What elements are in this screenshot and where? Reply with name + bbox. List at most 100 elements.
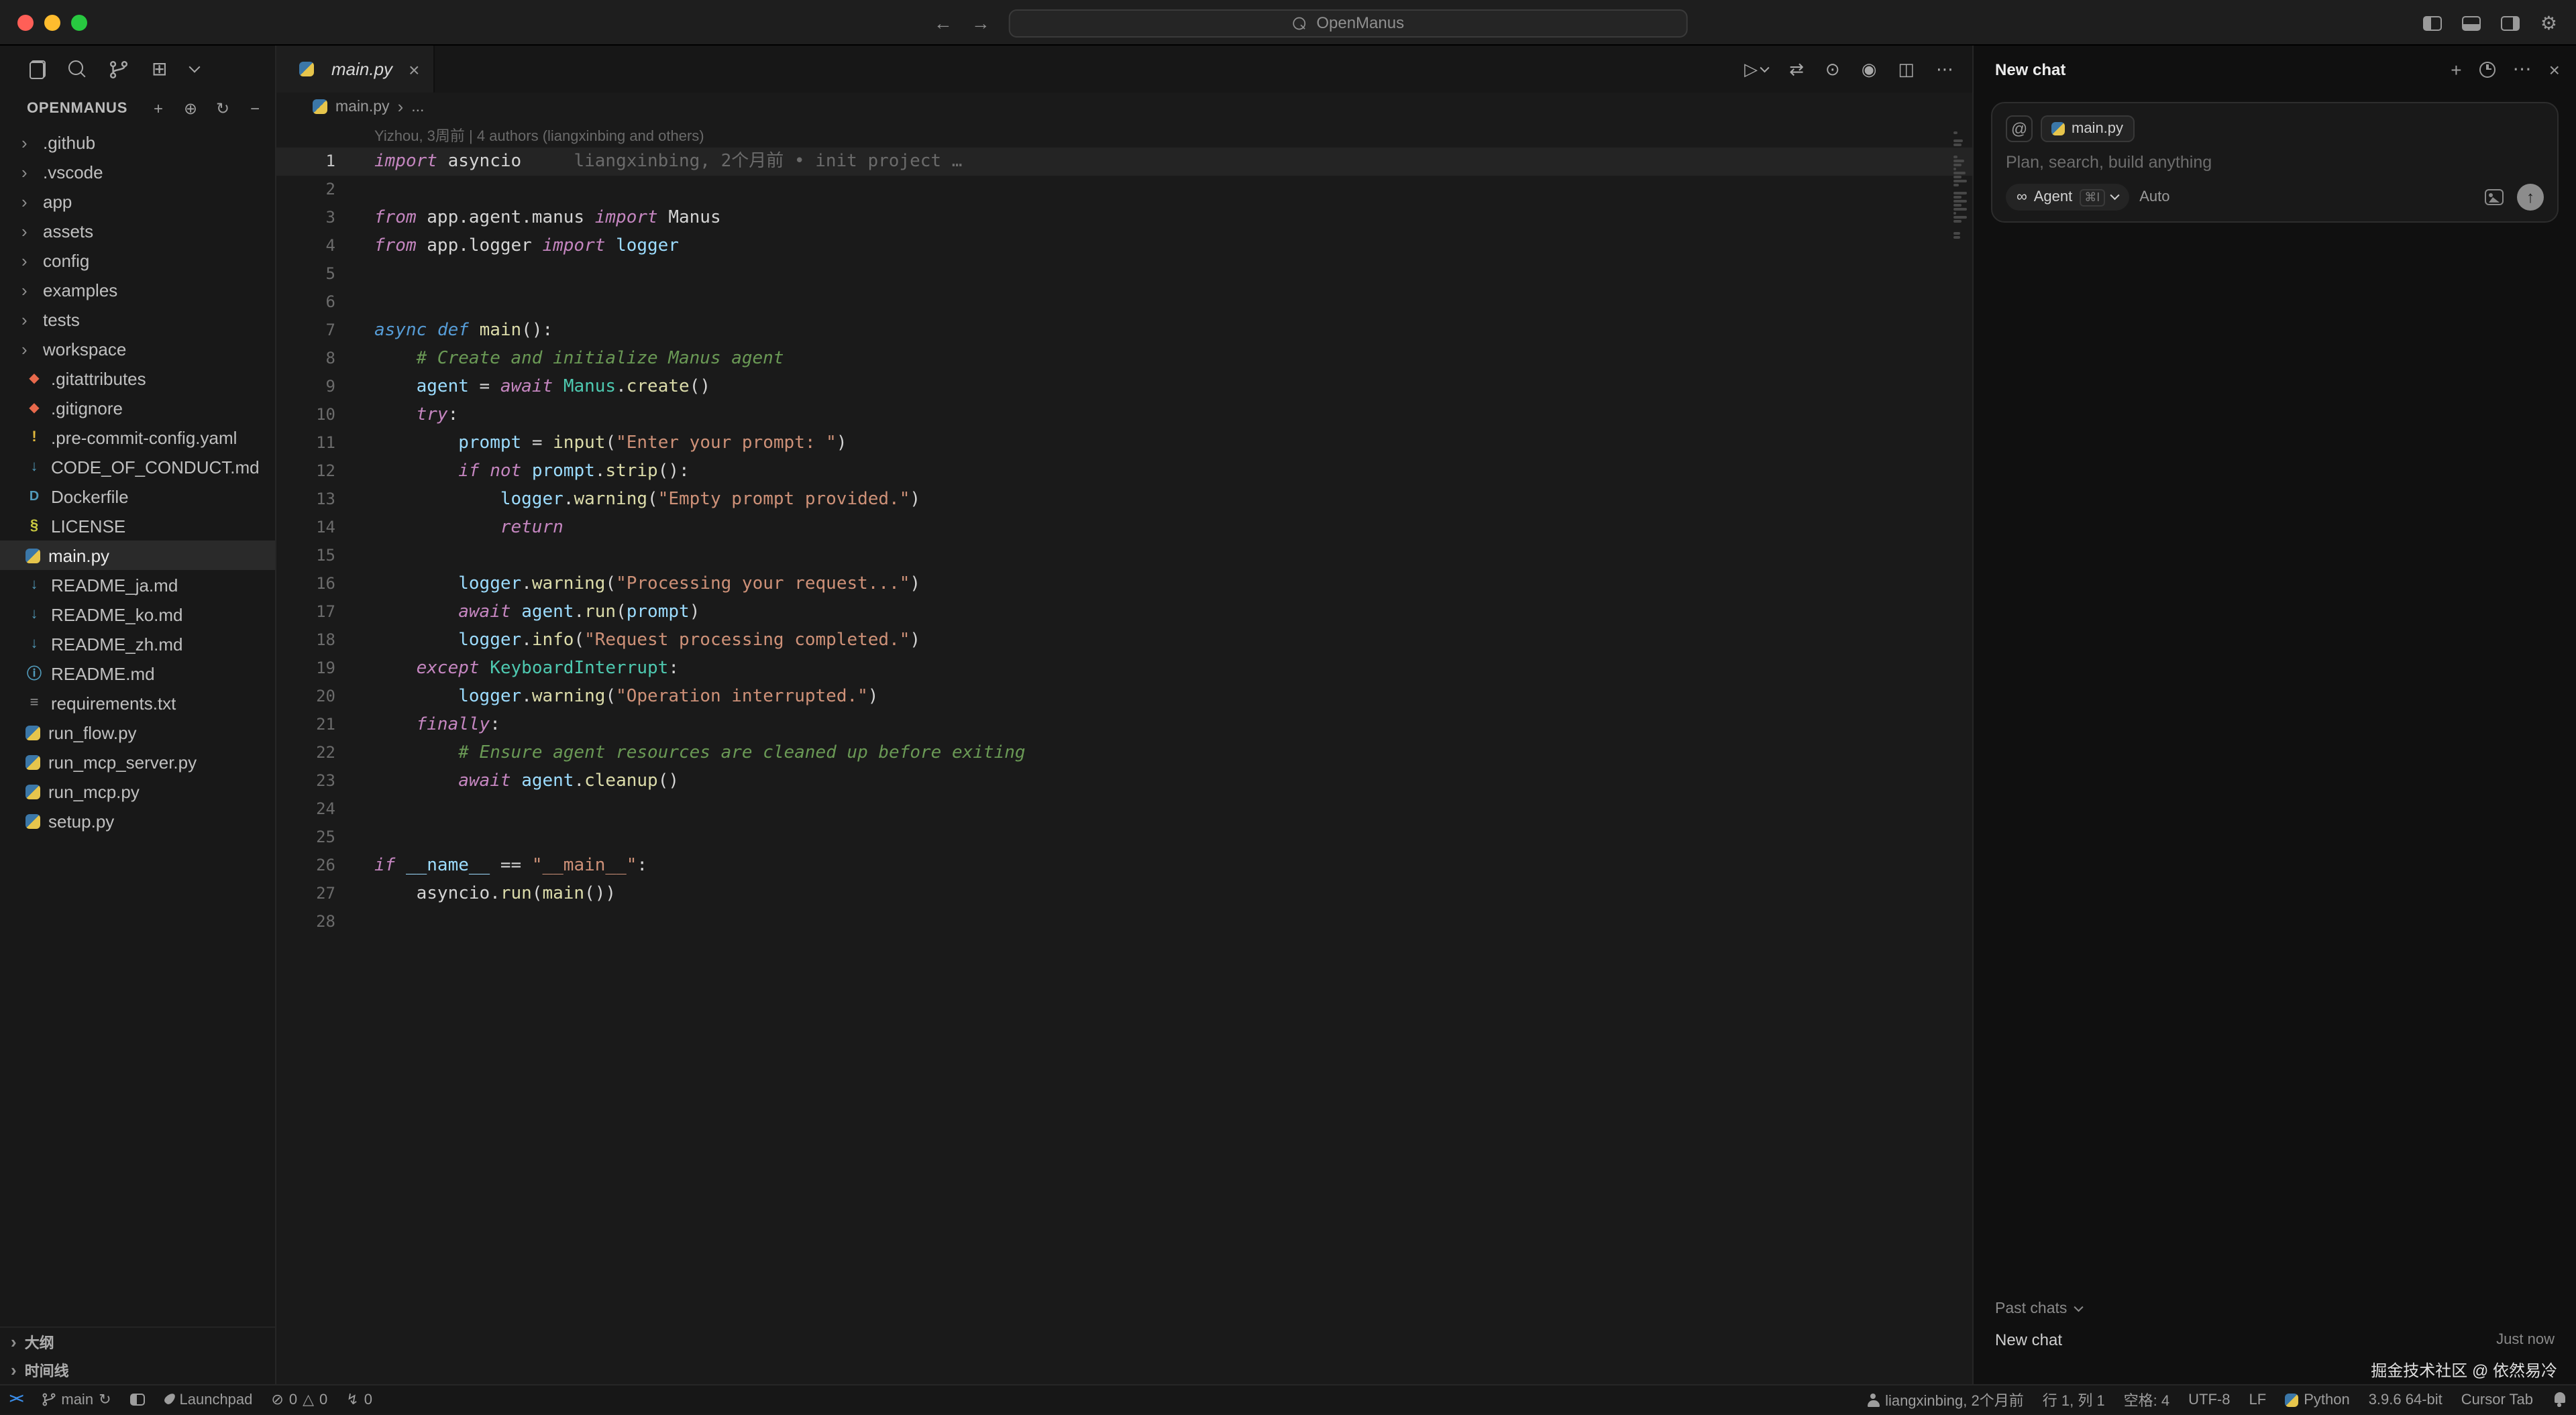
git-blame-header[interactable]: Yizhou, 3周前 | 4 authors (liangxinbing an… — [276, 126, 1972, 148]
code-line-8[interactable]: 8 # Create and initialize Manus agent — [276, 345, 1972, 373]
cursor-position-status[interactable]: 行 1, 列 1 — [2033, 1385, 2114, 1414]
tree-item-.vscode[interactable]: ›.vscode — [0, 157, 275, 186]
tree-item-.gitignore[interactable]: ◆.gitignore — [0, 393, 275, 422]
tree-item-Dockerfile[interactable]: DDockerfile — [0, 482, 275, 511]
agent-mode-selector[interactable]: ∞ Agent ⌘I — [2006, 184, 2129, 211]
tree-item-app[interactable]: ›app — [0, 186, 275, 216]
code-line-1[interactable]: 1import asyncio liangxinbing, 2个月前 • ini… — [276, 148, 1972, 176]
tree-item-config[interactable]: ›config — [0, 245, 275, 275]
code-line-19[interactable]: 19 except KeyboardInterrupt: — [276, 655, 1972, 683]
send-message-button[interactable]: ↑ — [2517, 184, 2544, 211]
code-line-11[interactable]: 11 prompt = input("Enter your prompt: ") — [276, 429, 1972, 457]
breadcrumb-file[interactable]: main.py — [335, 99, 390, 115]
tree-item-LICENSE[interactable]: §LICENSE — [0, 511, 275, 541]
minimap[interactable] — [1953, 131, 1968, 243]
tree-item-setup.py[interactable]: setup.py — [0, 806, 275, 836]
back-icon[interactable]: ← — [934, 12, 953, 34]
code-line-13[interactable]: 13 logger.warning("Empty prompt provided… — [276, 486, 1972, 514]
code-line-20[interactable]: 20 logger.warning("Operation interrupted… — [276, 683, 1972, 711]
minimize-window-button[interactable] — [44, 15, 60, 31]
code-line-7[interactable]: 7async def main(): — [276, 317, 1972, 345]
collapse-folders-icon[interactable]: − — [246, 99, 264, 118]
code-line-4[interactable]: 4from app.logger import logger — [276, 232, 1972, 260]
code-line-6[interactable]: 6 — [276, 288, 1972, 317]
tree-item-README_ja.md[interactable]: ↓README_ja.md — [0, 570, 275, 600]
tree-item-README_ko.md[interactable]: ↓README_ko.md — [0, 600, 275, 629]
code-line-25[interactable]: 25 — [276, 824, 1972, 852]
more-actions-icon[interactable]: ⋯ — [1936, 58, 1953, 80]
refresh-explorer-icon[interactable]: ↻ — [213, 99, 232, 118]
editor-layout-status[interactable] — [121, 1385, 154, 1414]
search-icon[interactable] — [68, 60, 86, 78]
eol-status[interactable]: LF — [2240, 1385, 2276, 1414]
timeline-section[interactable]: › 时间线 — [0, 1356, 275, 1384]
activity-more-chevron-icon[interactable] — [189, 62, 200, 73]
tree-item-README.md[interactable]: ⓘREADME.md — [0, 659, 275, 688]
tree-item-.github[interactable]: ›.github — [0, 127, 275, 157]
remote-indicator[interactable]: >< — [0, 1385, 32, 1414]
maximize-window-button[interactable] — [71, 15, 87, 31]
split-editor-icon[interactable]: ◫ — [1898, 58, 1915, 80]
line-blame-status[interactable]: liangxinbing, 2个月前 — [1857, 1385, 2033, 1414]
close-chat-panel-icon[interactable]: × — [2549, 58, 2560, 80]
model-selector[interactable]: Auto — [2139, 189, 2169, 205]
language-mode-status[interactable]: Python — [2275, 1385, 2359, 1414]
code-line-14[interactable]: 14 return — [276, 514, 1972, 542]
encoding-status[interactable]: UTF-8 — [2179, 1385, 2239, 1414]
code-line-23[interactable]: 23 await agent.cleanup() — [276, 767, 1972, 795]
cursor-tab-status[interactable]: Cursor Tab — [2452, 1385, 2542, 1414]
code-line-18[interactable]: 18 logger.info("Request processing compl… — [276, 626, 1972, 655]
code-line-10[interactable]: 10 try: — [276, 401, 1972, 429]
code-line-17[interactable]: 17 await agent.run(prompt) — [276, 598, 1972, 626]
code-line-21[interactable]: 21 finally: — [276, 711, 1972, 739]
git-branch-status[interactable]: main ↻ — [32, 1385, 120, 1414]
tree-item-main.py[interactable]: main.py — [0, 541, 275, 570]
chat-tab-title[interactable]: New chat — [1995, 60, 2065, 78]
tree-item-CODE_OF_CONDUCT.md[interactable]: ↓CODE_OF_CONDUCT.md — [0, 452, 275, 482]
breadcrumb[interactable]: main.py › ... — [276, 93, 1972, 121]
close-tab-icon[interactable]: × — [409, 58, 419, 80]
code-editor[interactable]: Yizhou, 3周前 | 4 authors (liangxinbing an… — [276, 121, 1972, 1384]
tab-main-py[interactable]: main.py × — [276, 46, 434, 93]
outline-circle-icon[interactable]: ⊙ — [1825, 58, 1840, 80]
indentation-status[interactable]: 空格: 4 — [2114, 1385, 2179, 1414]
code-line-24[interactable]: 24 — [276, 795, 1972, 824]
close-window-button[interactable] — [17, 15, 34, 31]
tree-item-run_mcp_server.py[interactable]: run_mcp_server.py — [0, 747, 275, 777]
tree-item-run_flow.py[interactable]: run_flow.py — [0, 718, 275, 747]
breadcrumb-symbol[interactable]: ... — [411, 99, 424, 115]
notifications-status[interactable] — [2542, 1385, 2576, 1414]
code-line-22[interactable]: 22 # Ensure agent resources are cleaned … — [276, 739, 1972, 767]
code-line-28[interactable]: 28 — [276, 908, 1972, 936]
extensions-icon[interactable]: ⊞ — [152, 58, 167, 80]
chat-input-placeholder[interactable]: Plan, search, build anything — [2006, 153, 2544, 172]
chat-history-item[interactable]: New chat Just now — [1974, 1324, 2576, 1356]
code-line-3[interactable]: 3from app.agent.manus import Manus — [276, 204, 1972, 232]
tree-item-assets[interactable]: ›assets — [0, 216, 275, 245]
settings-gear-icon[interactable]: ⚙ — [2540, 11, 2557, 34]
code-line-5[interactable]: 5 — [276, 260, 1972, 288]
forward-icon[interactable]: → — [971, 12, 990, 34]
add-context-button[interactable]: @ — [2006, 115, 2033, 142]
toggle-primary-sidebar-icon[interactable] — [2424, 15, 2443, 30]
code-line-2[interactable]: 2 — [276, 176, 1972, 204]
tree-item-examples[interactable]: ›examples — [0, 275, 275, 304]
chat-history-icon[interactable] — [2479, 61, 2496, 77]
tree-item-requirements.txt[interactable]: ≡requirements.txt — [0, 688, 275, 718]
launchpad-button[interactable]: Launchpad — [154, 1385, 262, 1414]
tree-item-.pre-commit-config.yaml[interactable]: !.pre-commit-config.yaml — [0, 422, 275, 452]
chat-more-icon[interactable]: ⋯ — [2513, 58, 2532, 80]
explorer-icon[interactable] — [30, 60, 46, 78]
tree-item-workspace[interactable]: ›workspace — [0, 334, 275, 363]
new-chat-icon[interactable]: + — [2451, 58, 2461, 80]
run-python-file-button[interactable]: ▷ — [1744, 58, 1768, 80]
outline-section[interactable]: › 大纲 — [0, 1328, 275, 1356]
open-changes-icon[interactable]: ⇄ — [1789, 58, 1804, 80]
tree-item-tests[interactable]: ›tests — [0, 304, 275, 334]
chat-input-card[interactable]: @ main.py Plan, search, build anything ∞… — [1991, 102, 2559, 223]
problems-status[interactable]: ⊘ 0 △ 0 — [262, 1385, 337, 1414]
attach-image-icon[interactable] — [2485, 189, 2504, 205]
tree-item-README_zh.md[interactable]: ↓README_zh.md — [0, 629, 275, 659]
ports-status[interactable]: ↯ 0 — [337, 1385, 382, 1414]
past-chats-toggle[interactable]: Past chats — [1974, 1294, 2576, 1324]
